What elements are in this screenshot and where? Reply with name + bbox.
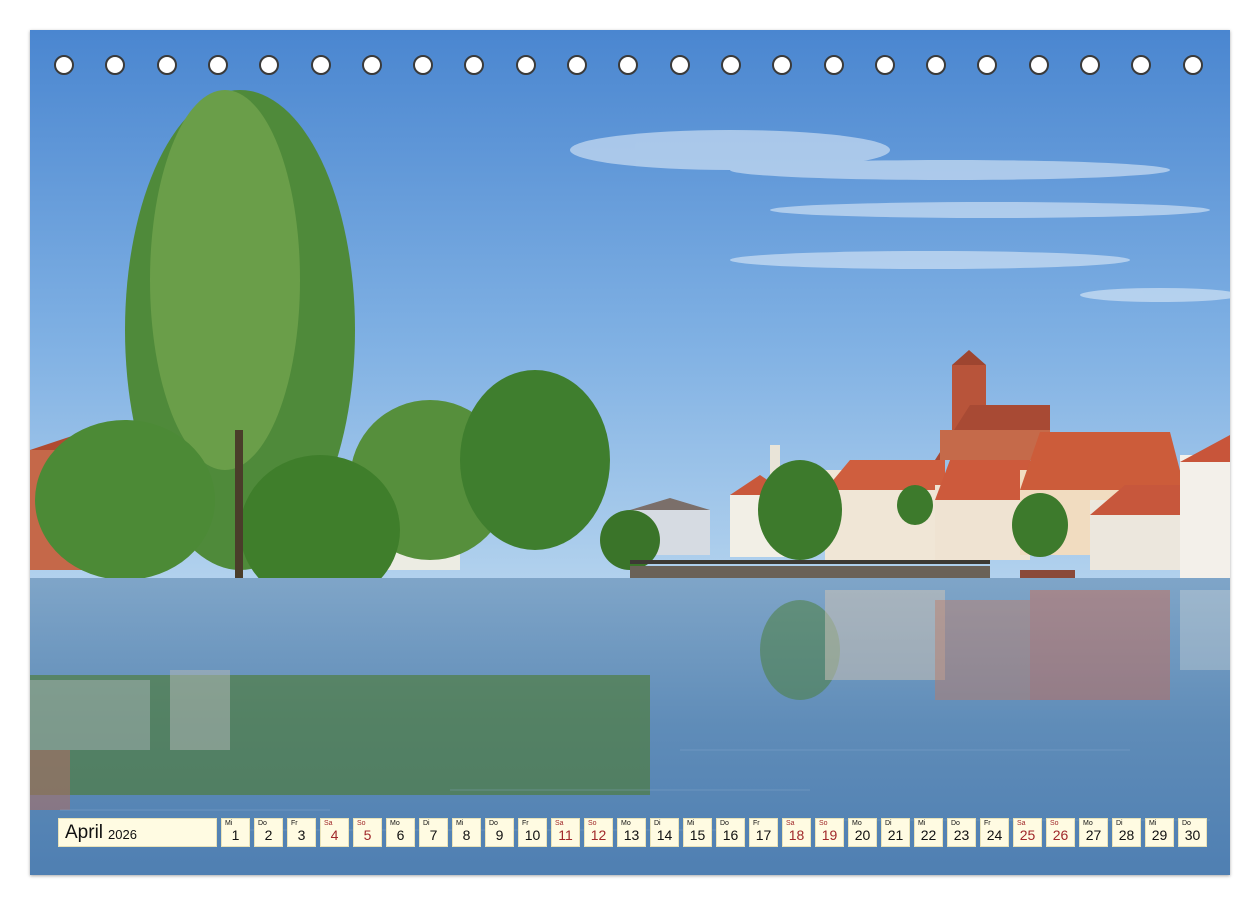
day-number: 1 bbox=[231, 827, 240, 843]
day-cell: Di 14 bbox=[650, 818, 679, 847]
day-number: 9 bbox=[495, 827, 504, 843]
day-number: 17 bbox=[755, 827, 772, 843]
day-number: 14 bbox=[656, 827, 673, 843]
month-label: April 2026 bbox=[58, 818, 217, 847]
day-number: 3 bbox=[297, 827, 306, 843]
day-cell: Mo 20 bbox=[848, 818, 877, 847]
day-number: 29 bbox=[1151, 827, 1168, 843]
month-name: April bbox=[65, 821, 104, 843]
footbridge bbox=[630, 560, 990, 578]
calendar-page: April 2026 Mi 1 Do 2 Fr 3 Sa 4 So 5 Mo 6 Di 7 Mi 8 Do 9 Fr… bbox=[0, 0, 1260, 905]
day-cell: Sa 4 bbox=[320, 818, 349, 847]
day-cell: Sa 25 bbox=[1013, 818, 1042, 847]
day-cell: Mo 6 bbox=[386, 818, 415, 847]
day-cell: Fr 24 bbox=[980, 818, 1009, 847]
day-cell: Sa 11 bbox=[551, 818, 580, 847]
day-number: 11 bbox=[558, 827, 573, 843]
day-cell: So 26 bbox=[1046, 818, 1075, 847]
day-cell: Mo 13 bbox=[617, 818, 646, 847]
day-cell: Mi 29 bbox=[1145, 818, 1174, 847]
day-number: 20 bbox=[854, 827, 871, 843]
day-number: 27 bbox=[1085, 827, 1102, 843]
day-number: 6 bbox=[396, 827, 405, 843]
day-cell: Mi 22 bbox=[914, 818, 943, 847]
day-number: 13 bbox=[623, 827, 640, 843]
day-number: 30 bbox=[1184, 827, 1201, 843]
day-cell: Do 30 bbox=[1178, 818, 1207, 847]
day-number: 26 bbox=[1052, 827, 1069, 843]
day-number: 7 bbox=[429, 827, 438, 843]
month-year: 2026 bbox=[108, 826, 137, 842]
day-number: 21 bbox=[887, 827, 904, 843]
day-number: 23 bbox=[953, 827, 970, 843]
river-town-photo bbox=[30, 30, 1230, 875]
day-number: 12 bbox=[590, 827, 607, 843]
day-number: 10 bbox=[524, 827, 541, 843]
day-cell: Di 28 bbox=[1112, 818, 1141, 847]
day-number: 28 bbox=[1118, 827, 1135, 843]
day-cell: Sa 18 bbox=[782, 818, 811, 847]
day-number: 8 bbox=[462, 827, 471, 843]
day-cell: Do 23 bbox=[947, 818, 976, 847]
day-cell: Fr 10 bbox=[518, 818, 547, 847]
day-cell: Di 21 bbox=[881, 818, 910, 847]
day-number: 4 bbox=[330, 827, 339, 843]
calendar-strip: April 2026 Mi 1 Do 2 Fr 3 Sa 4 So 5 Mo 6 Di 7 Mi 8 Do 9 Fr… bbox=[58, 818, 1207, 847]
day-cell: Di 7 bbox=[419, 818, 448, 847]
day-cell: Fr 17 bbox=[749, 818, 778, 847]
day-number: 2 bbox=[264, 827, 273, 843]
day-cell: Do 9 bbox=[485, 818, 514, 847]
day-cell: So 12 bbox=[584, 818, 613, 847]
day-cell: Do 2 bbox=[254, 818, 283, 847]
day-cell: Fr 3 bbox=[287, 818, 316, 847]
day-cell: Mi 1 bbox=[221, 818, 250, 847]
day-cell: Mi 8 bbox=[452, 818, 481, 847]
day-number: 19 bbox=[821, 827, 838, 843]
day-number: 22 bbox=[920, 827, 937, 843]
day-number: 18 bbox=[788, 827, 805, 843]
day-number: 24 bbox=[986, 827, 1003, 843]
day-cell: So 19 bbox=[815, 818, 844, 847]
day-cell: Do 16 bbox=[716, 818, 745, 847]
day-number: 25 bbox=[1019, 827, 1036, 843]
day-cell: Mo 27 bbox=[1079, 818, 1108, 847]
day-number: 15 bbox=[689, 827, 706, 843]
day-number: 16 bbox=[722, 827, 739, 843]
day-cell: Mi 15 bbox=[683, 818, 712, 847]
day-cell: So 5 bbox=[353, 818, 382, 847]
day-number: 5 bbox=[363, 827, 372, 843]
